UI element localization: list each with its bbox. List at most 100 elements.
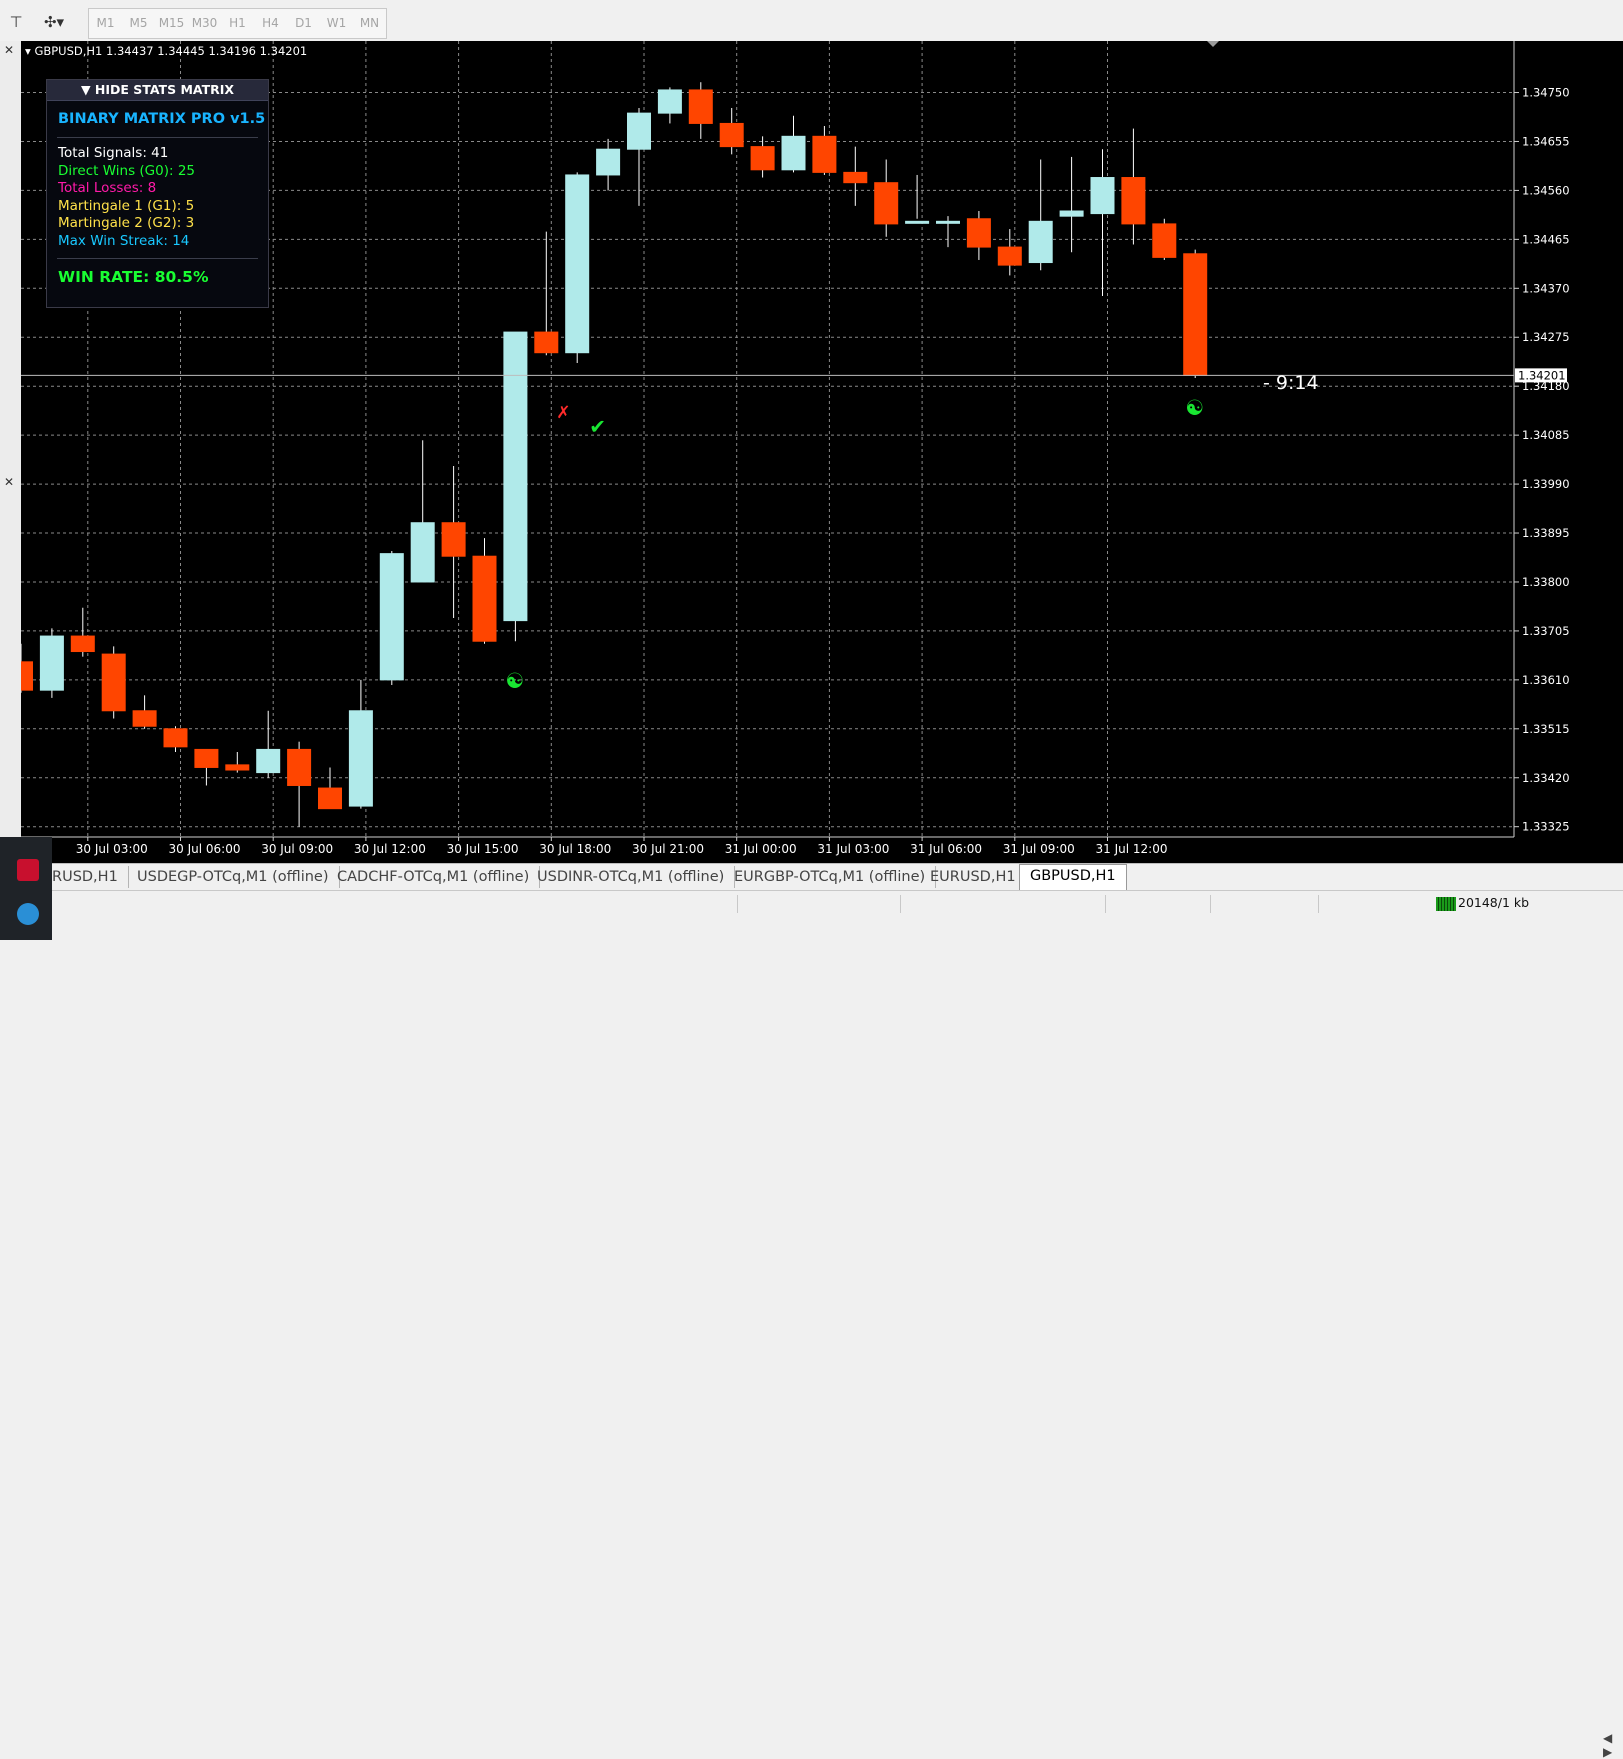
time-tick-label: 31 Jul 06:00: [910, 842, 982, 856]
candle-body: [225, 764, 250, 771]
tab-eurusd-h1[interactable]: EURUSD,H1: [920, 866, 1027, 888]
candle-countdown: - 9:14: [1263, 372, 1319, 394]
time-tick-label: 30 Jul 18:00: [539, 842, 611, 856]
connection-status-icon: [1436, 897, 1456, 911]
direct-wins: Direct Wins (G0): 25: [58, 162, 195, 179]
close-icon[interactable]: ✕: [4, 475, 14, 489]
time-tick-label: 30 Jul 03:00: [76, 842, 148, 856]
price-tick-label: 1.33705: [1522, 624, 1570, 638]
divider: [57, 137, 258, 138]
price-tick-label: 1.34655: [1522, 134, 1570, 148]
candle-body: [936, 220, 960, 224]
signal-icon: ☯: [505, 669, 524, 693]
tab-rusd-h1[interactable]: RUSD,H1: [42, 866, 129, 888]
tf-h1[interactable]: H1: [221, 9, 254, 38]
price-tick-label: 1.33610: [1522, 673, 1570, 687]
current-price-label: 1.34201: [1518, 368, 1566, 382]
total-losses: Total Losses: 8: [58, 180, 157, 196]
candle-body: [256, 748, 281, 774]
candle-body: [348, 710, 373, 807]
max-win-streak: Max Win Streak: 14: [58, 232, 190, 249]
martingale-1: Martingale 1 (G1): 5: [58, 197, 195, 214]
price-tick-label: 1.34370: [1522, 281, 1570, 295]
amd-icon[interactable]: [17, 859, 39, 881]
candle-body: [596, 148, 621, 176]
time-tick-label: 30 Jul 15:00: [447, 842, 519, 856]
chart-tabs: RUSD,H1 USDEGP-OTCq,M1 (offline) CADCHF-…: [21, 863, 1623, 1759]
divider: [737, 895, 738, 913]
candle-body: [874, 182, 899, 225]
divider: [1210, 895, 1211, 913]
tf-m30[interactable]: M30: [188, 9, 221, 38]
tab-cadchf[interactable]: CADCHF-OTCq,M1 (offline): [327, 866, 541, 888]
close-icon[interactable]: ✕: [4, 43, 14, 57]
time-tick-label: 30 Jul 06:00: [169, 842, 241, 856]
template-icon[interactable]: ⊤: [2, 11, 30, 33]
timeframe-group: M1 M5 M15 M30 H1 H4 D1 W1 MN: [88, 8, 387, 39]
stats-matrix-panel: ▼ HIDE STATS MATRIX BINARY MATRIX PRO v1…: [46, 79, 269, 308]
candle-body: [1183, 253, 1208, 376]
tab-usdinr[interactable]: USDINR-OTCq,M1 (offline): [527, 866, 736, 888]
candle-body: [194, 748, 219, 768]
time-tick-label: 31 Jul 03:00: [817, 842, 889, 856]
tab-gbpusd-h1[interactable]: GBPUSD,H1: [1019, 864, 1127, 890]
candle-body: [39, 635, 64, 691]
price-tick-label: 1.33895: [1522, 526, 1570, 540]
toolbar: ⊤ ✣▾ M1 M5 M15 M30 H1 H4 D1 W1 MN: [0, 0, 1623, 42]
tab-scroll-arrows[interactable]: ◀ ▶: [1603, 1731, 1623, 1759]
tf-m5[interactable]: M5: [122, 9, 155, 38]
drawing-tools-icon[interactable]: ✣▾: [34, 11, 74, 33]
tab-eurgbp[interactable]: EURGBP-OTCq,M1 (offline): [724, 866, 937, 888]
candle-body: [101, 653, 126, 712]
candle-body: [132, 710, 157, 727]
price-tick-label: 1.34275: [1522, 330, 1570, 344]
candle-body: [657, 89, 682, 114]
navigator-strip: ✕ ✕: [0, 41, 22, 940]
candle-body: [750, 146, 775, 171]
candle-body: [472, 555, 497, 642]
candle-body: [905, 220, 930, 224]
tf-d1[interactable]: D1: [287, 9, 320, 38]
candle-body: [379, 553, 404, 681]
candle-body: [719, 122, 744, 148]
tf-mn[interactable]: MN: [353, 9, 386, 38]
symbol-info: ▾ GBPUSD,H1 1.34437 1.34445 1.34196 1.34…: [25, 44, 307, 58]
status-bar: 20148/1 kb: [0, 890, 1623, 941]
time-tick-label: 31 Jul 12:00: [1096, 842, 1168, 856]
update-icon[interactable]: [17, 903, 39, 925]
candle-body: [534, 331, 559, 354]
candle-body: [410, 522, 435, 583]
candle-body: [812, 135, 837, 173]
divider: [900, 895, 901, 913]
price-tick-label: 1.33990: [1522, 477, 1570, 491]
price-tick-label: 1.33515: [1522, 722, 1570, 736]
hide-stats-button[interactable]: ▼ HIDE STATS MATRIX: [47, 80, 268, 101]
time-tick-label: 30 Jul 12:00: [354, 842, 426, 856]
candle-body: [70, 635, 95, 653]
candle-body: [441, 522, 466, 557]
price-tick-label: 1.33420: [1522, 771, 1570, 785]
candle-body: [565, 174, 590, 354]
candle-body: [997, 246, 1022, 266]
total-signals: Total Signals: 41: [58, 145, 169, 161]
divider: [1318, 895, 1319, 913]
stats-title: BINARY MATRIX PRO v1.5: [58, 111, 266, 127]
tf-h4[interactable]: H4: [254, 9, 287, 38]
signal-icon: ☯: [1185, 396, 1204, 420]
tf-m1[interactable]: M1: [89, 9, 122, 38]
win-rate: WIN RATE: 80.5%: [58, 268, 209, 286]
candle-body: [287, 748, 312, 786]
chart-area[interactable]: 1.34750 1.34655 1.34560 1.34465 1.34370 1.342…: [21, 41, 1623, 871]
divider: [57, 258, 258, 259]
candle-body: [1090, 177, 1115, 215]
candle-body: [966, 218, 991, 248]
price-tick-label: 1.34560: [1522, 183, 1570, 197]
candle-body: [1059, 210, 1084, 217]
tf-m15[interactable]: M15: [155, 9, 188, 38]
divider: [1105, 895, 1106, 913]
candle-body: [1121, 177, 1146, 225]
tf-w1[interactable]: W1: [320, 9, 353, 38]
candle-body: [318, 787, 342, 810]
win-check-icon: ✔: [589, 414, 606, 438]
tab-usdegp[interactable]: USDEGP-OTCq,M1 (offline): [127, 866, 340, 888]
